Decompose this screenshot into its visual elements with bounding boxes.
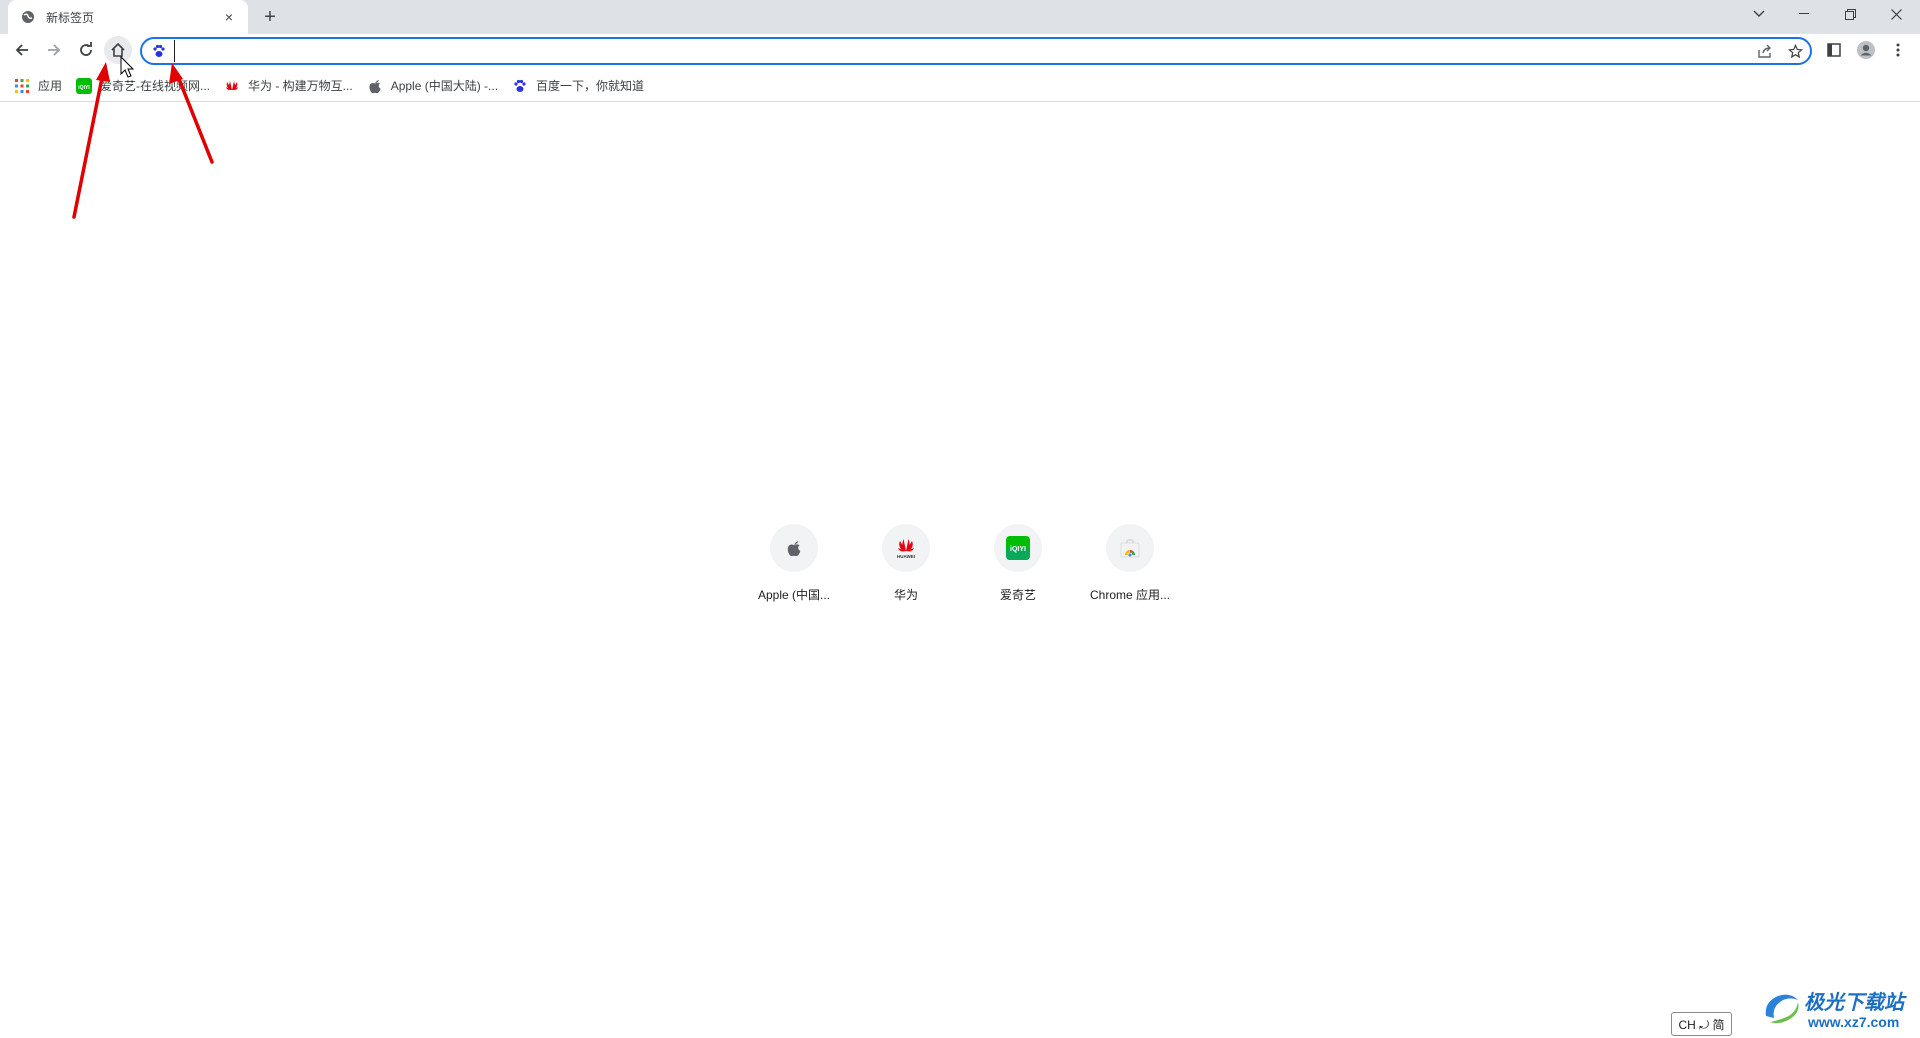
globe-icon <box>20 9 36 25</box>
shortcut-label: 爱奇艺 <box>999 588 1036 602</box>
close-icon <box>1890 8 1902 20</box>
svg-text:HUAWEI: HUAWEI <box>897 554 915 559</box>
bookmark-apps[interactable]: 应用 <box>12 74 70 98</box>
baidu-icon <box>512 78 528 94</box>
shortcuts-grid: Apple (中国... HUAWEI 华为 iQIYI 爱奇艺 Chrome … <box>738 524 1186 603</box>
profile-button[interactable] <box>1852 36 1880 64</box>
restore-icon <box>1844 8 1856 20</box>
toolbar <box>0 34 1920 68</box>
side-panel-button[interactable] <box>1820 36 1848 64</box>
side-panel-icon <box>1827 43 1841 57</box>
tab-search-button[interactable] <box>1737 0 1781 28</box>
tab-new-tab[interactable]: 新标签页 × <box>8 0 248 34</box>
forward-button[interactable] <box>40 36 68 64</box>
annotation-overlay <box>72 55 214 219</box>
restore-button[interactable] <box>1828 0 1872 28</box>
huawei-icon <box>224 78 240 94</box>
tab-close-button[interactable]: × <box>220 8 238 26</box>
new-tab-button[interactable]: + <box>258 5 282 29</box>
watermark-logo-icon <box>1765 994 1799 1024</box>
address-bar[interactable] <box>140 37 1812 65</box>
chrome-web-store-icon <box>1120 539 1140 558</box>
chevron-down-icon <box>1753 10 1765 17</box>
shortcut-icon-container: HUAWEI <box>882 524 930 572</box>
svg-text:iQIYI: iQIYI <box>1010 546 1026 553</box>
avatar-icon <box>1857 41 1875 59</box>
huawei-icon: HUAWEI <box>897 539 915 559</box>
shortcut-chrome-web-store[interactable]: Chrome 应用... <box>1074 524 1186 603</box>
iqiyi-icon: iQIYI <box>1006 536 1030 560</box>
minimize-icon <box>1799 13 1809 14</box>
site-watermark: 极光下载站 www.xz7.com <box>1760 984 1910 1034</box>
shortcut-icon-container <box>770 524 818 572</box>
tab-strip: 新标签页 × + <box>0 0 1920 34</box>
bookmark-apple[interactable]: Apple (中国大陆) -... <box>365 74 506 98</box>
watermark-title: 极光下载站 <box>1804 992 1904 1014</box>
watermark-url: www.xz7.com <box>1808 1014 1900 1030</box>
shortcut-iqiyi[interactable]: iQIYI 爱奇艺 <box>962 524 1074 603</box>
share-icon[interactable] <box>1750 39 1780 63</box>
shortcut-label: 华为 <box>893 588 918 602</box>
forward-arrow-icon <box>48 44 61 56</box>
address-input[interactable] <box>174 40 1750 62</box>
bookmark-huawei[interactable]: 华为 - 构建万物互... <box>222 74 361 98</box>
baidu-icon <box>150 42 168 60</box>
menu-button[interactable] <box>1884 36 1912 64</box>
tab-title: 新标签页 <box>46 10 95 25</box>
home-icon <box>111 42 125 57</box>
shortcut-huawei[interactable]: HUAWEI 华为 <box>850 524 962 603</box>
bookmark-baidu[interactable]: 百度一下，你就知道 <box>510 74 652 98</box>
bookmark-label: 华为 - 构建万物互... <box>248 79 353 93</box>
bookmark-label: 百度一下，你就知道 <box>536 79 645 93</box>
shortcut-icon-container: iQIYI <box>994 524 1042 572</box>
bookmark-iqiyi[interactable]: iQIYI 爱奇艺-在线视频网... <box>74 74 218 98</box>
iqiyi-icon: iQIYI <box>76 77 93 94</box>
home-button[interactable] <box>104 36 132 64</box>
apple-icon <box>367 78 383 94</box>
shortcut-label: Apple (中国... <box>757 588 831 602</box>
bookmark-star-icon[interactable] <box>1780 39 1810 63</box>
bookmark-label: 爱奇艺-在线视频网... <box>100 79 211 93</box>
svg-text:iQIYI: iQIYI <box>78 85 90 91</box>
bookmark-label: 应用 <box>38 79 63 93</box>
shortcut-icon-container <box>1106 524 1154 572</box>
back-arrow-icon <box>15 44 28 56</box>
reload-icon <box>80 42 92 56</box>
kebab-menu-icon <box>1896 43 1900 57</box>
apps-grid-icon <box>14 78 30 94</box>
bookmarks-bar: 应用 iQIYI 爱奇艺-在线视频网... 华为 - 构建万物互... Appl… <box>0 70 1920 102</box>
shortcut-label: Chrome 应用... <box>1089 588 1171 602</box>
minimize-button[interactable] <box>1782 0 1826 28</box>
reload-button[interactable] <box>72 36 100 64</box>
back-button[interactable] <box>8 36 36 64</box>
close-window-button[interactable] <box>1874 0 1918 28</box>
bookmark-label: Apple (中国大陆) -... <box>390 79 499 93</box>
apple-icon <box>787 541 801 557</box>
shortcut-apple[interactable]: Apple (中国... <box>738 524 850 603</box>
ime-indicator[interactable]: CH ⤾ 简 <box>1671 1012 1732 1036</box>
